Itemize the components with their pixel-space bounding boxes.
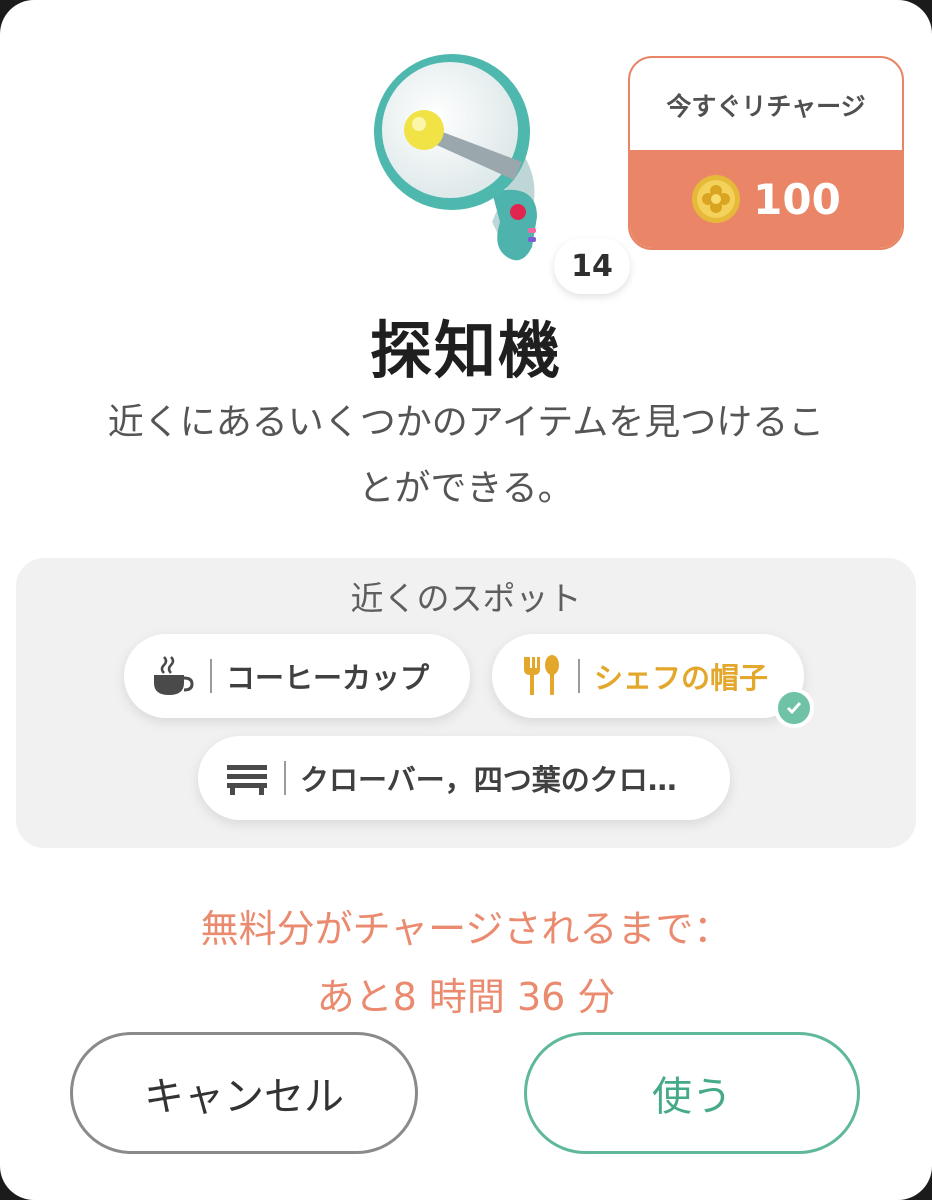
spot-chip-label: シェフの帽子	[594, 661, 769, 695]
recharge-title: 今すぐリチャージ	[666, 92, 866, 121]
chip-separator	[284, 761, 286, 795]
bench-icon	[227, 765, 267, 795]
spot-chip-coffee-cup[interactable]: コーヒーカップ	[124, 634, 470, 718]
item-use-dialog: 14 今すぐリチャージ 100 探知機 近くにあるいくつかのアイテムを見つけるこ…	[0, 0, 932, 1200]
megaphone-icon	[374, 54, 537, 261]
spot-chip-label: コーヒーカップ	[226, 661, 430, 695]
selected-check-icon	[774, 688, 814, 728]
recharge-now-button[interactable]: 今すぐリチャージ 100	[628, 56, 904, 250]
item-count-badge: 14	[554, 238, 630, 294]
description-line: とができる。	[358, 468, 574, 509]
use-button[interactable]: 使う	[524, 1032, 860, 1154]
chip-separator	[578, 659, 580, 693]
spot-chip-chef-hat[interactable]: シェフの帽子	[492, 634, 814, 728]
item-description: 近くにあるいくつかのアイテムを見つけるこ とができる。	[50, 390, 882, 522]
recharge-price: 100	[630, 150, 902, 248]
description-line: 近くにあるいくつかのアイテムを見つけるこ	[107, 402, 825, 443]
check-icon	[786, 702, 802, 715]
item-title: 探知機	[369, 314, 562, 387]
cancel-button[interactable]: キャンセル	[70, 1032, 418, 1154]
spots-title: 近くのスポット	[350, 579, 582, 618]
spot-chip-label: クローバー，四つ葉のクロ…	[300, 763, 677, 797]
fork-spoon-icon	[524, 655, 559, 695]
chip-separator	[210, 659, 212, 693]
countdown-line-1: 無料分がチャージされるまで：	[200, 907, 732, 951]
coffee-cup-icon	[154, 656, 194, 695]
countdown-line-2: あと8 時間 36 分	[316, 975, 616, 1019]
gold-coin-icon	[692, 175, 741, 223]
price-value: 100	[753, 174, 841, 224]
spot-chip-clover[interactable]: クローバー，四つ葉のクロ…	[198, 736, 730, 820]
nearby-spots-panel: 近くのスポット コーヒーカップ シェフの帽子 クローバー，四つ葉のクロ…	[16, 558, 916, 848]
